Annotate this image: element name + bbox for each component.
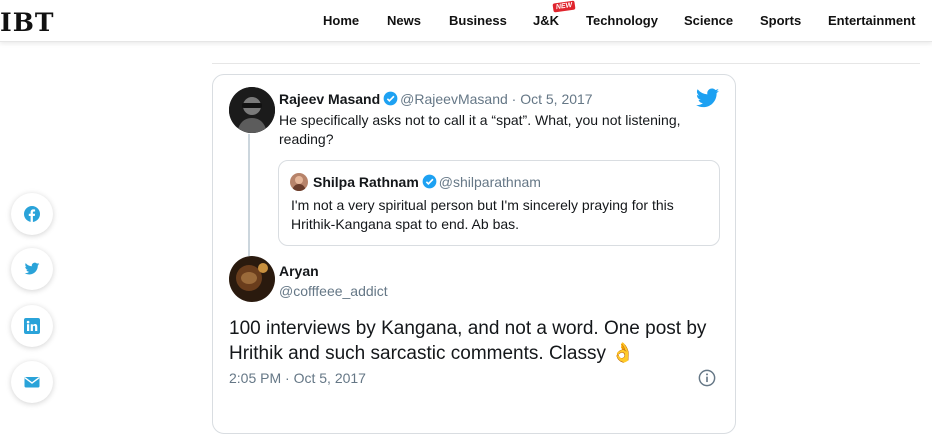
share-twitter-button[interactable] — [11, 248, 53, 290]
facebook-icon — [24, 206, 40, 222]
quoted-author-handle: @shilparathnam — [438, 174, 541, 190]
reply-text: 100 interviews by Kangana, and not a wor… — [229, 316, 709, 366]
twitter-bird-icon[interactable] — [696, 88, 719, 108]
tweet-author-handle-time[interactable]: @RajeevMasand · Oct 5, 2017 — [400, 91, 592, 107]
thread-connector — [248, 134, 250, 256]
linkedin-icon — [24, 318, 40, 334]
verified-badge-icon — [383, 91, 398, 106]
quoted-author-line: Shilpa Rathnam @shilparathnam — [313, 174, 541, 192]
reply-text-line: 100 interviews by Kangana, and not a wor… — [229, 318, 707, 339]
nav-jk[interactable]: J&K — [533, 13, 559, 28]
tweet-text-line: He specifically asks not to call it a “s… — [279, 112, 681, 128]
nav-entertainment[interactable]: Entertainment — [828, 13, 915, 28]
tweet-author-line: Rajeev Masand @RajeevMasand · Oct 5, 2017 — [279, 91, 593, 109]
tweet-author-name[interactable]: Rajeev Masand — [279, 91, 380, 107]
info-icon[interactable] — [698, 369, 716, 387]
rajeev-avatar[interactable] — [229, 87, 275, 133]
nav-home[interactable]: Home — [323, 13, 359, 28]
share-email-button[interactable] — [11, 361, 53, 403]
reply-timestamp[interactable]: 2:05 PM · Oct 5, 2017 — [229, 370, 366, 386]
quoted-text-line: I'm not a very spiritual person but I'm … — [291, 197, 674, 213]
quoted-text-line: Hrithik-Kangana spat to end. Ab bas. — [291, 216, 520, 232]
main-nav: Home News Business J&K NEW Technology Sc… — [0, 0, 932, 42]
aryan-avatar[interactable] — [229, 256, 275, 302]
site-header: IBT Home News Business J&K NEW Technolog… — [0, 0, 932, 42]
nav-science[interactable]: Science — [684, 13, 733, 28]
new-badge: NEW — [552, 0, 576, 13]
reply-author-handle[interactable]: @cofffeee_addict — [279, 283, 388, 299]
tweet-text-line: reading? — [279, 131, 334, 147]
shilpa-avatar — [290, 173, 308, 191]
email-icon — [24, 377, 40, 388]
share-linkedin-button[interactable] — [11, 305, 53, 347]
nav-business[interactable]: Business — [449, 13, 507, 28]
tweet-text: He specifically asks not to call it a “s… — [279, 111, 719, 149]
share-facebook-button[interactable] — [11, 193, 53, 235]
nav-sports[interactable]: Sports — [760, 13, 801, 28]
verified-badge-icon — [422, 174, 437, 189]
reply-author-name[interactable]: Aryan — [279, 263, 319, 279]
quoted-text: I'm not a very spiritual person but I'm … — [291, 196, 711, 234]
content-divider — [212, 63, 920, 64]
twitter-icon — [24, 262, 40, 275]
quoted-author-name: Shilpa Rathnam — [313, 174, 419, 190]
nav-technology[interactable]: Technology — [586, 13, 658, 28]
nav-news[interactable]: News — [387, 13, 421, 28]
reply-text-line: Hrithik and such sarcastic comments. Cla… — [229, 343, 635, 364]
